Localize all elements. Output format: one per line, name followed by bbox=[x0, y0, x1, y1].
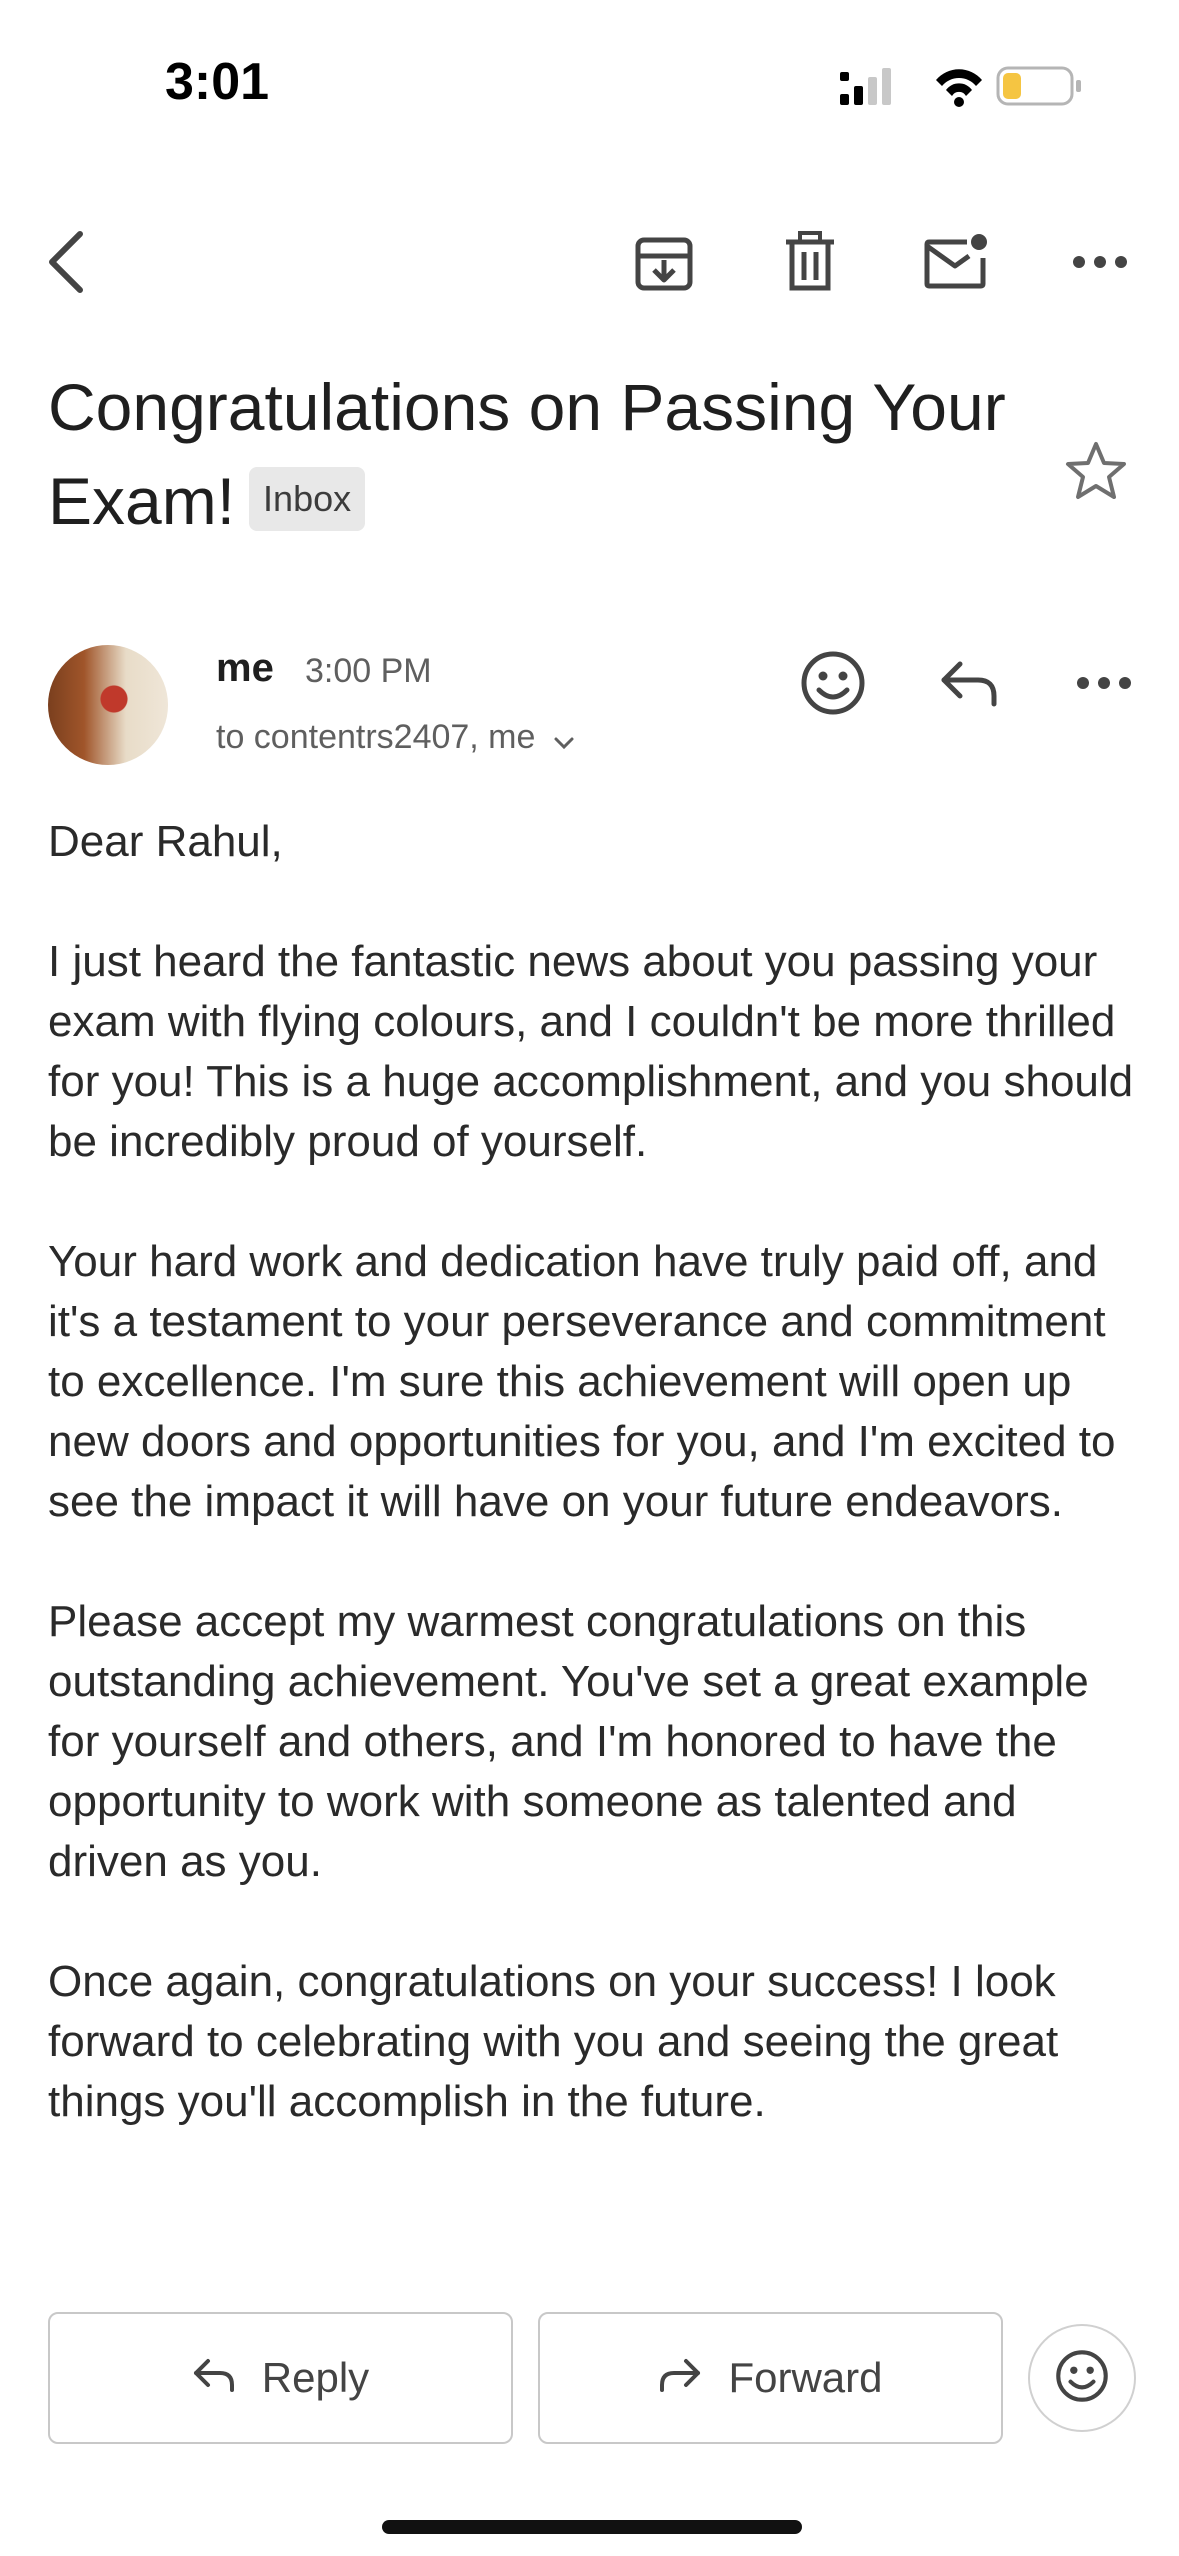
chevron-down-icon bbox=[553, 720, 575, 759]
email-subject: Congratulations on Passing Your Exam! Inb… bbox=[48, 360, 1048, 548]
emoji-icon bbox=[1055, 2349, 1109, 2408]
reply-icon bbox=[192, 2354, 236, 2402]
body-paragraph: Your hard work and dedication have truly… bbox=[48, 1237, 1116, 1526]
add-reaction-icon[interactable] bbox=[800, 650, 866, 721]
body-paragraph: Once again, congratulations on your succ… bbox=[48, 1957, 1059, 2126]
inbox-label-badge[interactable]: Inbox bbox=[249, 466, 366, 531]
body-paragraph: Please accept my warmest congratulations… bbox=[48, 1597, 1089, 1886]
more-icon[interactable] bbox=[1058, 220, 1142, 304]
wifi-icon bbox=[936, 69, 982, 107]
status-icons bbox=[840, 58, 1090, 118]
mark-unread-icon[interactable] bbox=[914, 220, 998, 304]
home-indicator[interactable] bbox=[382, 2520, 802, 2534]
forward-button[interactable]: Forward bbox=[538, 2312, 1003, 2444]
reply-icon[interactable] bbox=[938, 658, 1000, 713]
subject-text: Congratulations on Passing Your Exam! bbox=[48, 370, 1006, 538]
reply-label: Reply bbox=[261, 2354, 370, 2401]
cellular-signal-icon bbox=[840, 68, 891, 105]
sender-name: me bbox=[216, 646, 274, 690]
message-more-icon[interactable] bbox=[1076, 676, 1132, 695]
reply-button[interactable]: Reply bbox=[48, 2312, 513, 2444]
archive-icon[interactable] bbox=[622, 220, 706, 304]
body-paragraph: I just heard the fantastic news about yo… bbox=[48, 937, 1134, 1166]
delete-icon[interactable] bbox=[768, 220, 852, 304]
recipients-toggle[interactable]: to contentrs2407, me bbox=[216, 718, 575, 759]
status-time: 3:01 bbox=[165, 53, 270, 111]
email-body: Dear Rahul, I just heard the fantastic n… bbox=[48, 812, 1148, 2192]
avatar[interactable] bbox=[48, 645, 168, 765]
forward-label: Forward bbox=[728, 2354, 883, 2401]
react-button[interactable] bbox=[1028, 2324, 1136, 2432]
forward-icon bbox=[658, 2354, 702, 2402]
sent-time: 3:00 PM bbox=[305, 652, 432, 690]
greeting: Dear Rahul, bbox=[48, 817, 283, 866]
star-icon[interactable] bbox=[1064, 440, 1128, 507]
back-icon[interactable] bbox=[24, 220, 108, 304]
battery-low-icon bbox=[996, 66, 1081, 106]
recipients-text: to contentrs2407, me bbox=[216, 718, 536, 756]
